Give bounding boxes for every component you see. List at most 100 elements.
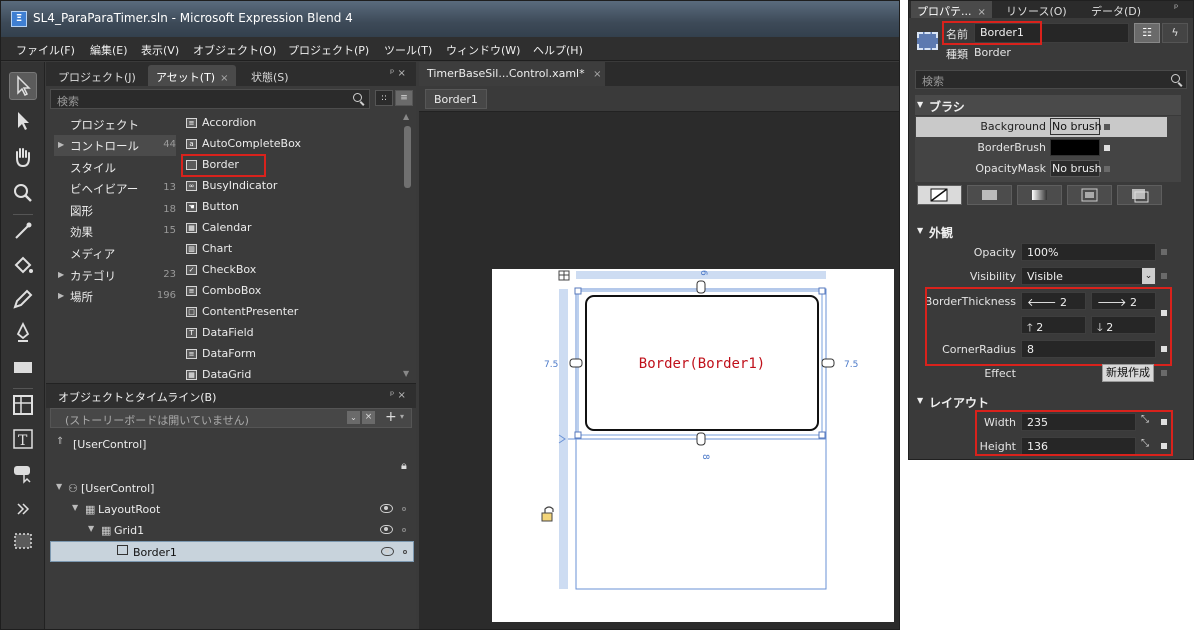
close-icon[interactable]: × — [978, 7, 986, 18]
menu-project[interactable]: プロジェクト(P) — [288, 42, 369, 58]
category-categories[interactable]: ▶ カテゴリ 23 — [54, 265, 176, 286]
opacitymask-swatch[interactable]: No brush — [1050, 160, 1102, 177]
opacity-input[interactable]: 100% — [1021, 243, 1156, 261]
lock-dot-icon[interactable] — [402, 507, 406, 511]
asset-busyindicator[interactable]: ∞ BusyIndicator — [181, 176, 399, 197]
resource-brush-button[interactable] — [1117, 185, 1162, 205]
gradient-brush-button[interactable] — [1017, 185, 1062, 205]
opacitymask-advanced-icon[interactable] — [1104, 166, 1110, 172]
scroll-thumb[interactable] — [404, 126, 411, 188]
asset-button[interactable]: ☚ Button — [181, 197, 399, 218]
asset-datafield[interactable]: T DataField — [181, 323, 399, 344]
tree-expand-icon[interactable]: ▼ — [72, 503, 78, 512]
opacity-advanced-icon[interactable] — [1161, 249, 1167, 255]
borderbrush-advanced-icon[interactable] — [1104, 145, 1110, 151]
category-styles[interactable]: スタイル — [54, 157, 176, 178]
grid-icon[interactable] — [9, 392, 37, 420]
menu-window[interactable]: ウィンドウ(W) — [446, 42, 520, 58]
scope-root[interactable]: ⇑ [UserControl] — [50, 434, 414, 455]
direct-select-icon[interactable] — [9, 108, 37, 136]
expand-icon[interactable] — [9, 496, 37, 524]
visibility-eye-icon[interactable] — [380, 504, 393, 513]
pan-hand-icon[interactable] — [9, 144, 37, 172]
category-behaviors[interactable]: ビヘイビアー 13 — [54, 178, 176, 199]
zoom-icon[interactable] — [9, 180, 37, 208]
pin-icon[interactable]: ᵖ × — [390, 68, 406, 79]
artboard[interactable]: Border(Border1) 7.5 7.5 6 8 — [492, 269, 894, 622]
category-project[interactable]: プロジェクト — [54, 114, 176, 135]
effect-advanced-icon[interactable] — [1161, 370, 1167, 376]
storyboard-selector[interactable]: (ストーリーボードは開いていません) ⌄ × + ▾ — [50, 408, 412, 428]
new-effect-button[interactable]: 新規作成 — [1102, 364, 1154, 382]
lock-icon[interactable]: 🔒︎ — [401, 459, 407, 473]
menu-help[interactable]: ヘルプ(H) — [533, 42, 583, 58]
tile-brush-button[interactable] — [1067, 185, 1112, 205]
category-effects[interactable]: 効果 15 — [54, 221, 176, 242]
asset-calendar[interactable]: ▦ Calendar — [181, 218, 399, 239]
tree-expand-icon[interactable]: ▼ — [88, 524, 94, 533]
add-storyboard-icon[interactable]: + — [385, 409, 397, 425]
category-shapes[interactable]: 図形 18 — [54, 200, 176, 221]
search-icon[interactable] — [353, 93, 365, 105]
menu-file[interactable]: ファイル(F) — [16, 42, 75, 58]
tab-states[interactable]: 状態(S) — [243, 65, 297, 86]
events-view-icon[interactable]: ϟ — [1162, 23, 1188, 43]
menu-object[interactable]: オブジェクト(O) — [193, 42, 276, 58]
category-media[interactable]: メディア — [54, 243, 176, 264]
properties-search-input[interactable]: 検索 — [915, 70, 1187, 89]
background-advanced-icon[interactable] — [1104, 124, 1110, 130]
tab-data[interactable]: データ(D) — [1091, 3, 1141, 19]
document-tab[interactable]: TimerBaseSil...Control.xaml* × — [419, 62, 605, 86]
scope-up-icon[interactable]: ⇑ — [56, 436, 64, 447]
asset-accordion[interactable]: ≡ Accordion — [181, 113, 399, 134]
layout-section-header[interactable]: ▼ レイアウト — [915, 391, 1181, 411]
tab-assets[interactable]: アセット(T) × — [148, 65, 237, 86]
eyedropper-icon[interactable] — [9, 218, 37, 246]
pen-icon[interactable] — [9, 286, 37, 314]
assets-search-input[interactable]: 検索 — [50, 89, 370, 109]
brush-section-header[interactable]: ▼ ブラシ — [915, 95, 1181, 115]
lock-dot-icon[interactable] — [402, 528, 406, 532]
pin-icon[interactable]: ᵖ — [1174, 3, 1178, 14]
asset-checkbox[interactable]: ✓ CheckBox — [181, 260, 399, 281]
asset-chart[interactable]: ▥ Chart — [181, 239, 399, 260]
text-icon[interactable]: T — [9, 426, 37, 454]
pin-icon[interactable]: ᵖ × — [390, 390, 406, 401]
storyboard-dropdown-icon[interactable]: ⌄ — [347, 411, 360, 424]
menu-edit[interactable]: 編集(E) — [90, 42, 128, 58]
rectangle-icon[interactable] — [9, 354, 37, 382]
menu-view[interactable]: 表示(V) — [141, 42, 179, 58]
tree-node-layoutroot[interactable]: ▼ ▦ LayoutRoot — [50, 499, 414, 520]
tree-node-grid1[interactable]: ▼ ▦ Grid1 — [50, 520, 414, 541]
list-view-icon[interactable]: ≡ — [395, 90, 413, 106]
category-controls[interactable]: ▶ コントロール 44 — [54, 135, 176, 156]
no-brush-button[interactable] — [917, 185, 962, 205]
breadcrumb[interactable]: Border1 — [425, 89, 487, 109]
marquee-icon[interactable] — [9, 528, 37, 556]
tree-expand-icon[interactable]: ▼ — [56, 482, 62, 491]
visibility-eye-icon[interactable] — [380, 525, 393, 534]
close-icon[interactable]: × — [220, 73, 228, 84]
tab-properties[interactable]: プロパテ... × — [911, 1, 992, 18]
search-icon[interactable] — [1171, 74, 1183, 86]
close-icon[interactable]: × — [593, 69, 601, 80]
appearance-section-header[interactable]: ▼ 外観 — [915, 221, 1181, 241]
pen-tool-icon[interactable] — [9, 320, 37, 348]
assets-tool-icon[interactable] — [9, 460, 37, 488]
scroll-up-icon[interactable]: ▲ — [403, 112, 409, 121]
asset-autocompletebox[interactable]: a AutoCompleteBox — [181, 134, 399, 155]
borderbrush-swatch[interactable] — [1050, 139, 1100, 156]
visibility-select[interactable]: Visible — [1021, 267, 1156, 285]
visibility-advanced-icon[interactable] — [1161, 273, 1167, 279]
grid-view-icon[interactable]: :: — [375, 90, 393, 106]
properties-view-icon[interactable]: ☷ — [1134, 23, 1160, 43]
chevron-down-icon[interactable]: ▾ — [400, 412, 404, 421]
visibility-eye-icon[interactable] — [381, 547, 394, 556]
category-locations[interactable]: ▶ 場所 196 — [54, 286, 176, 307]
solid-brush-button[interactable] — [967, 185, 1012, 205]
tree-node-usercontrol[interactable]: ▼ ⚇ [UserControl] — [50, 478, 414, 499]
paint-bucket-icon[interactable] — [9, 252, 37, 280]
tree-node-border1[interactable]: Border1 — [50, 541, 414, 562]
menu-tools[interactable]: ツール(T) — [384, 42, 432, 58]
chevron-down-icon[interactable]: ⌄ — [1142, 268, 1155, 284]
